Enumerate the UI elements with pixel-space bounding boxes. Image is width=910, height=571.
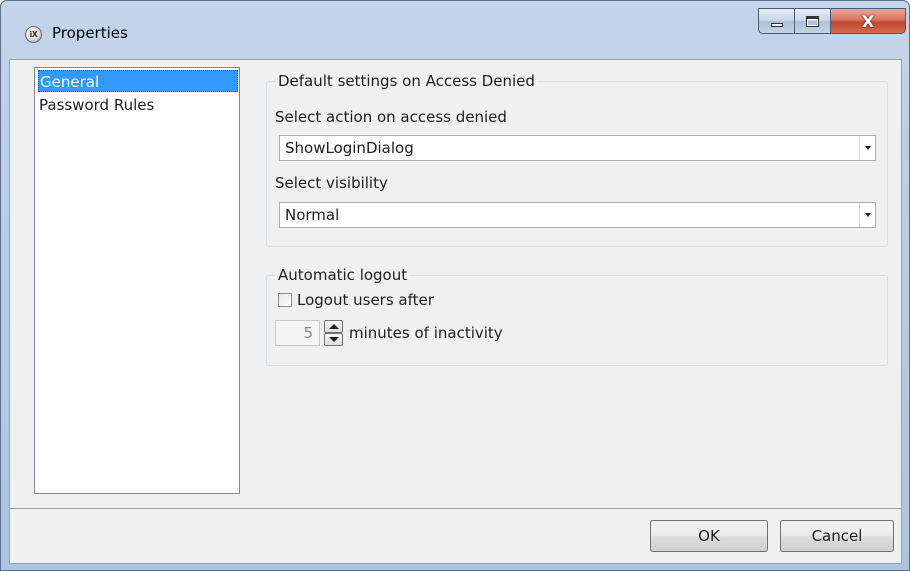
close-button[interactable]: X — [830, 8, 906, 34]
chevron-down-icon — [864, 213, 871, 217]
automatic-logout-group-title: Automatic logout — [276, 265, 410, 285]
minimize-button[interactable] — [758, 8, 794, 34]
minutes-suffix-label: minutes of inactivity — [349, 324, 503, 342]
caption-buttons: X — [758, 8, 906, 34]
cancel-button[interactable]: Cancel — [780, 520, 894, 552]
action-combobox[interactable]: ShowLoginDialog — [279, 135, 876, 161]
minimize-icon — [770, 23, 783, 27]
action-label: Select action on access denied — [275, 108, 507, 126]
properties-window: iX Properties X General Password Rules D… — [0, 0, 910, 571]
action-value: ShowLoginDialog — [285, 139, 414, 157]
nav-item-general[interactable]: General — [38, 70, 238, 92]
action-dropdown-button[interactable] — [859, 136, 875, 160]
footer-separator — [10, 508, 901, 509]
nav-item-password-rules[interactable]: Password Rules — [38, 94, 238, 116]
automatic-logout-group: Automatic logout Logout users after 5 mi… — [266, 265, 888, 366]
chevron-down-icon — [864, 146, 871, 150]
arrow-up-icon — [328, 324, 339, 329]
app-icon: iX — [25, 26, 42, 43]
spin-down-button[interactable] — [324, 333, 343, 346]
visibility-combobox[interactable]: Normal — [279, 202, 876, 228]
logout-checkbox[interactable] — [278, 293, 292, 307]
visibility-label: Select visibility — [275, 174, 388, 192]
category-list[interactable]: General Password Rules — [34, 67, 240, 494]
dialog-client-area: General Password Rules Default settings … — [9, 59, 902, 564]
logout-checkbox-label[interactable]: Logout users after — [297, 290, 434, 310]
ok-button[interactable]: OK — [650, 520, 768, 552]
window-title: Properties — [52, 24, 128, 42]
maximize-icon — [806, 15, 819, 27]
access-denied-group: Default settings on Access Denied Select… — [266, 71, 888, 247]
access-denied-group-title: Default settings on Access Denied — [276, 71, 537, 91]
close-icon: X — [861, 11, 875, 31]
minutes-spinner — [324, 320, 343, 346]
minutes-input[interactable]: 5 — [275, 320, 320, 346]
maximize-button[interactable] — [794, 8, 830, 34]
visibility-dropdown-button[interactable] — [859, 203, 875, 227]
arrow-down-icon — [328, 337, 339, 342]
title-bar[interactable]: iX Properties X — [1, 1, 909, 59]
spin-up-button[interactable] — [324, 320, 343, 333]
visibility-value: Normal — [285, 206, 340, 224]
